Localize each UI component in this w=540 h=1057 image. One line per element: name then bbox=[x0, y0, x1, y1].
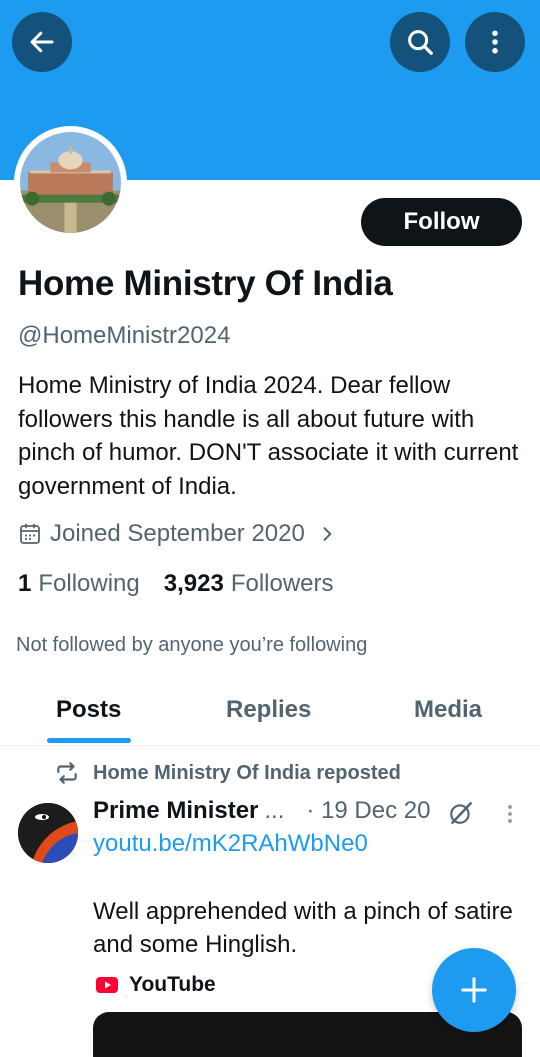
following-label: Following bbox=[38, 570, 140, 597]
post-timestamp[interactable]: · 19 Dec 20 bbox=[306, 797, 430, 825]
joined-date-text: Joined September 2020 bbox=[50, 520, 305, 547]
link-card-source[interactable]: YouTube bbox=[96, 973, 216, 997]
follow-button[interactable]: Follow bbox=[361, 198, 522, 246]
link-card-source-label: YouTube bbox=[129, 973, 216, 996]
active-tab-indicator bbox=[47, 738, 131, 743]
tab-posts[interactable]: Posts bbox=[56, 696, 121, 724]
post-author-avatar[interactable] bbox=[18, 803, 78, 863]
more-vertical-icon bbox=[492, 30, 498, 54]
tab-replies[interactable]: Replies bbox=[226, 696, 311, 724]
government-building-image bbox=[20, 132, 121, 233]
search-icon bbox=[408, 30, 433, 55]
more-options-button[interactable] bbox=[465, 12, 525, 72]
repost-label: Home Ministry Of India reposted bbox=[93, 761, 401, 784]
repost-context[interactable]: Home Ministry Of India reposted bbox=[54, 760, 401, 786]
youtube-icon bbox=[96, 977, 118, 993]
profile-handle: @HomeMinistr2024 bbox=[18, 322, 231, 349]
following-count: 1 bbox=[18, 570, 32, 597]
post-text: Well apprehended with a pinch of satire … bbox=[93, 898, 513, 958]
profile-display-name: Home Ministry Of India bbox=[18, 264, 393, 303]
post-header: Prime Minister ... · 19 Dec 20 bbox=[93, 797, 430, 825]
followers-label: Followers bbox=[230, 570, 334, 597]
followers-stat[interactable]: 3,923 Followers bbox=[164, 570, 334, 598]
profile-bio: Home Ministry of India 2024. Dear fellow… bbox=[18, 372, 519, 500]
back-arrow-icon bbox=[30, 31, 54, 53]
mutual-followers-note: Not followed by anyone you’re following bbox=[16, 634, 368, 656]
follow-stats: 1 Following 3,923 Followers bbox=[18, 570, 334, 598]
profile-tabs: Posts Replies Media bbox=[0, 686, 540, 746]
post-link[interactable]: youtu.be/mK2RAhWbNe0 bbox=[93, 830, 368, 858]
joined-date-row[interactable]: Joined September 2020 bbox=[18, 520, 345, 548]
following-stat[interactable]: 1 Following bbox=[18, 570, 140, 598]
post-author-truncation: ... bbox=[264, 797, 285, 824]
repost-icon bbox=[57, 762, 77, 784]
back-button[interactable] bbox=[12, 12, 72, 72]
plus-icon bbox=[461, 977, 487, 1003]
post-author-name[interactable]: Prime Minister bbox=[93, 797, 258, 825]
calendar-icon bbox=[20, 523, 40, 544]
followers-count: 3,923 bbox=[163, 570, 224, 597]
tab-media[interactable]: Media bbox=[414, 696, 482, 724]
search-button[interactable] bbox=[390, 12, 450, 72]
chevron-right-icon bbox=[323, 527, 332, 541]
compose-button[interactable] bbox=[432, 948, 516, 1032]
author-avatar-image bbox=[18, 803, 78, 863]
post-more-icon[interactable] bbox=[498, 801, 522, 827]
grok-icon[interactable] bbox=[448, 800, 474, 826]
profile-avatar[interactable] bbox=[14, 126, 127, 239]
